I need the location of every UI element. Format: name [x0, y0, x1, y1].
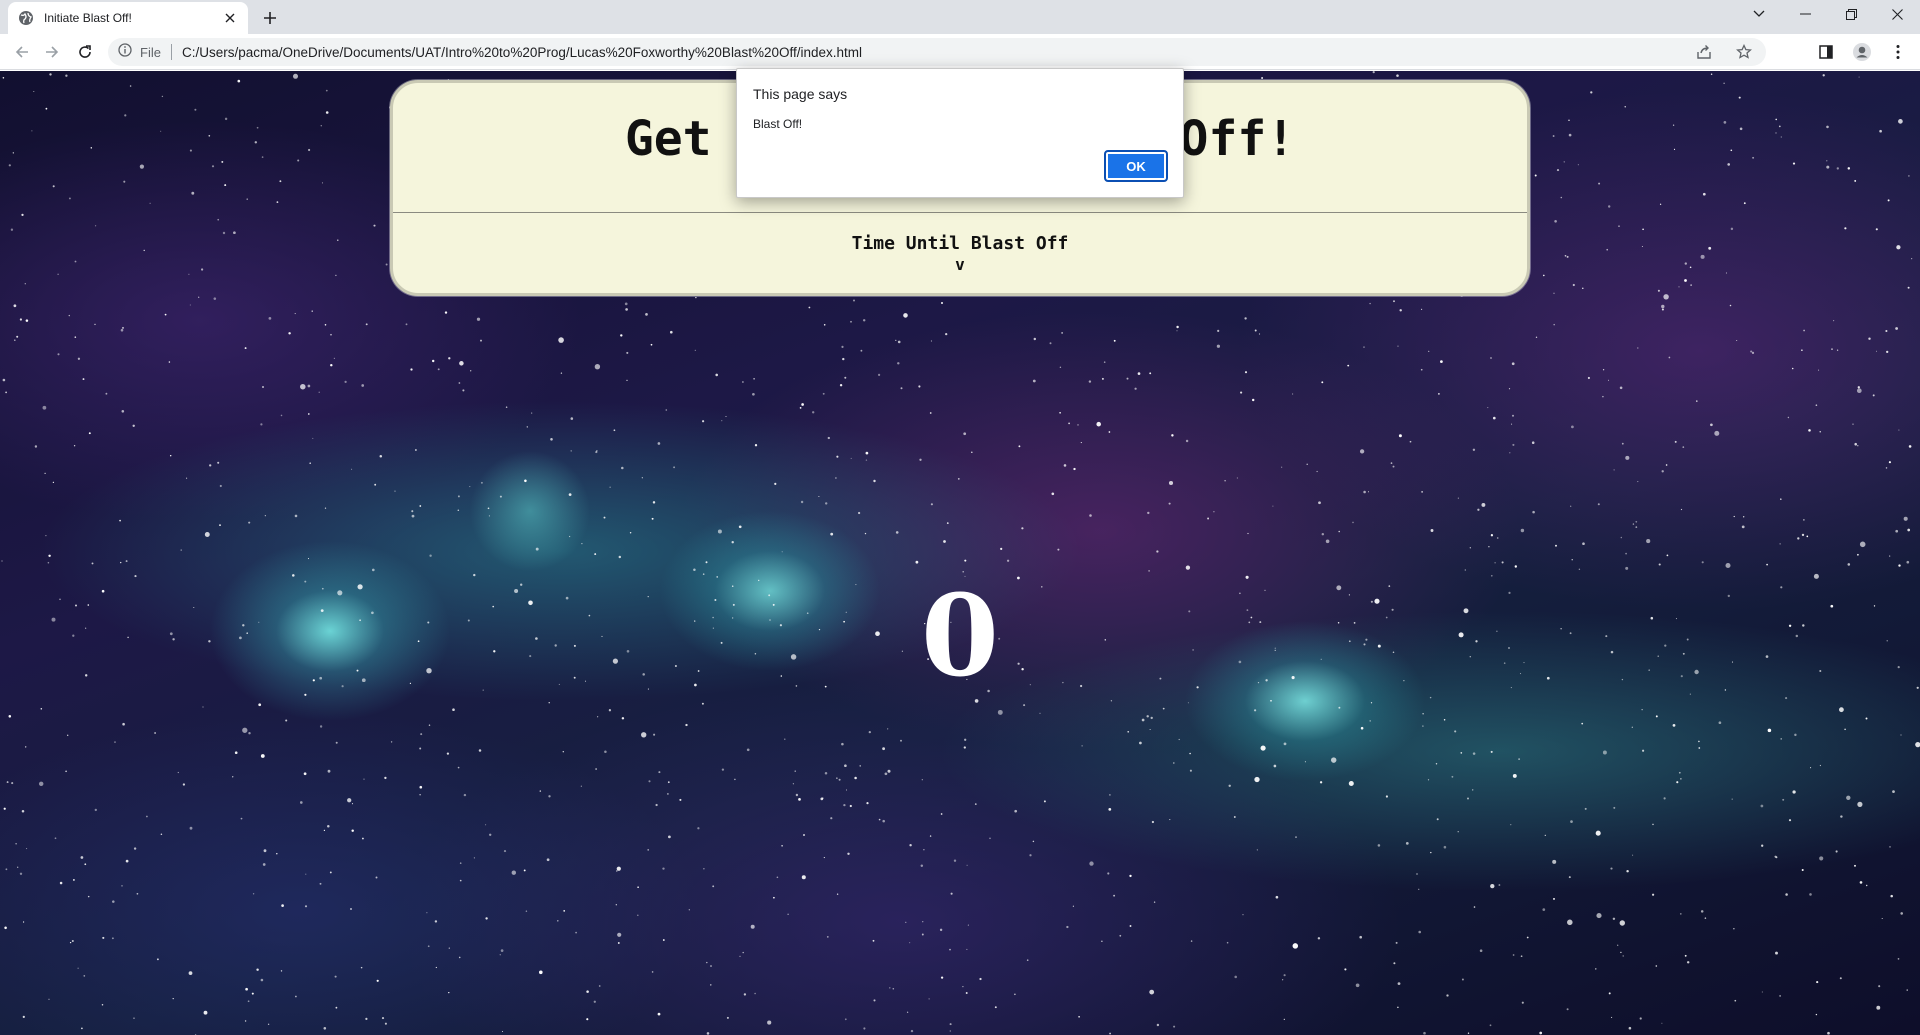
side-panel-icon[interactable]: [1814, 40, 1838, 64]
window-controls: [1736, 0, 1920, 28]
arrow-right-icon[interactable]: [40, 40, 64, 64]
new-tab-button[interactable]: [258, 6, 282, 30]
tab-strip: Initiate Blast Off!: [0, 0, 1920, 34]
page-title-left: Get: [624, 111, 712, 167]
url-text[interactable]: C:/Users/pacma/OneDrive/Documents/UAT/In…: [182, 45, 862, 60]
address-bar[interactable]: File C:/Users/pacma/OneDrive/Documents/U…: [108, 38, 1766, 66]
omnibox-separator: [170, 44, 172, 60]
page-viewport: Get Off! Time Until Blast Off v 0: [0, 71, 1920, 1035]
arrow-left-icon[interactable]: [10, 40, 34, 64]
site-info-button[interactable]: File: [118, 42, 161, 62]
restore-icon[interactable]: [1828, 0, 1874, 28]
ok-button[interactable]: OK: [1104, 150, 1168, 182]
countdown-number: 0: [921, 571, 999, 702]
header-divider: [393, 212, 1527, 213]
browser-toolbar: File C:/Users/pacma/OneDrive/Documents/U…: [0, 34, 1920, 70]
info-icon: [118, 42, 132, 62]
alert-dialog: This page says Blast Off! OK: [736, 68, 1184, 198]
page-title-right: Off!: [1179, 111, 1296, 167]
reload-icon[interactable]: [73, 40, 97, 64]
tab-search-chevron-down-icon[interactable]: [1736, 0, 1782, 28]
close-icon[interactable]: [1874, 0, 1920, 28]
profile-icon[interactable]: [1850, 40, 1874, 64]
browser-tab[interactable]: Initiate Blast Off!: [8, 2, 248, 34]
globe-icon: [18, 10, 34, 26]
dialog-message: Blast Off!: [753, 117, 803, 131]
countdown-label: Time Until Blast Off: [851, 233, 1069, 254]
tab-title: Initiate Blast Off!: [44, 11, 132, 25]
omnibox-actions: [1692, 38, 1756, 66]
scheme-label: File: [140, 44, 161, 60]
share-icon[interactable]: [1692, 40, 1716, 64]
toolbar-right: [1814, 40, 1910, 64]
star-icon[interactable]: [1732, 40, 1756, 64]
dialog-title: This page says: [753, 86, 848, 102]
down-arrow-text: v: [955, 255, 965, 274]
kebab-menu-icon[interactable]: [1886, 40, 1910, 64]
minimize-icon[interactable]: [1782, 0, 1828, 28]
tab-close-icon[interactable]: [222, 10, 238, 26]
